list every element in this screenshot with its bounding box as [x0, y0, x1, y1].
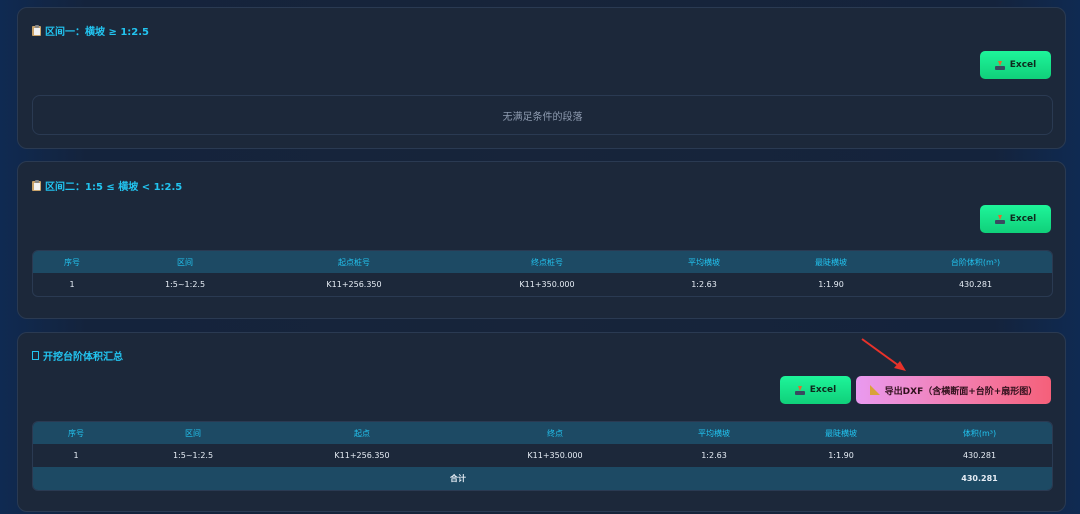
section-range-1: 区间一：横坡 ≥ 1:2.5 Excel 无满足条件的段落: [17, 7, 1066, 149]
header-index: 序号: [33, 422, 119, 444]
cell-start-station: K11+256.350: [326, 280, 382, 289]
total-label: 合计: [33, 467, 653, 490]
empty-state: 无满足条件的段落: [32, 95, 1053, 135]
clipboard-icon: [32, 25, 41, 36]
header-volume: 台阶体积(m³): [899, 251, 1052, 273]
section-title: 区间二：1:5 ≤ 横坡 < 1:2.5: [32, 178, 182, 193]
total-empty: [775, 467, 907, 490]
dxf-label: 导出DXF（含横断面+台阶+扇形图）: [884, 386, 1038, 397]
download-icon: [994, 214, 1005, 224]
header-end: 终点: [457, 422, 653, 444]
empty-text: 无满足条件的段落: [502, 111, 583, 123]
table-row: 1 1:5~1:2.5 K11+256.350 K11+350.000 1:2.…: [33, 444, 1052, 467]
cell-volume: 430.281: [958, 280, 993, 289]
header-max-slope: 最陡横坡: [775, 422, 907, 444]
cell-volume: 430.281: [962, 451, 997, 460]
excel-label: Excel: [1009, 214, 1037, 224]
section-title-text: 区间二：1:5 ≤ 横坡 < 1:2.5: [45, 182, 183, 193]
excel-label: Excel: [809, 385, 837, 395]
cell-avg-slope: 1:2.63: [701, 451, 727, 460]
section-range-2: 区间二：1:5 ≤ 横坡 < 1:2.5 Excel 序号 区间 起点桩号 终点…: [17, 161, 1066, 319]
cell-avg-slope: 1:2.63: [691, 280, 717, 289]
summary-table: 序号 区间 起点 终点 平均横坡 最陡横坡 体积(m³) 1 1:5~1:2.5…: [32, 421, 1053, 491]
header-avg-slope: 平均横坡: [653, 422, 775, 444]
export-dxf-button[interactable]: 导出DXF（含横断面+台阶+扇形图）: [856, 376, 1051, 404]
clipboard-icon: [32, 180, 41, 191]
excel-export-button[interactable]: Excel: [980, 51, 1051, 79]
header-start: 起点: [267, 422, 457, 444]
table-header-row: 序号 区间 起点 终点 平均横坡 最陡横坡 体积(m³): [33, 422, 1052, 444]
range-table: 序号 区间 起点桩号 终点桩号 平均横坡 最陡横坡 台阶体积(m³) 1 1:5…: [32, 250, 1053, 297]
total-empty: [653, 467, 775, 490]
header-avg-slope: 平均横坡: [645, 251, 763, 273]
excel-label: Excel: [1009, 60, 1037, 70]
cell-end: K11+350.000: [527, 451, 583, 460]
download-icon: [994, 60, 1005, 70]
table-header-row: 序号 区间 起点桩号 终点桩号 平均横坡 最陡横坡 台阶体积(m³): [33, 251, 1052, 273]
section-title: 区间一：横坡 ≥ 1:2.5: [32, 23, 149, 38]
cell-start: K11+256.350: [334, 451, 390, 460]
header-max-slope: 最陡横坡: [763, 251, 899, 273]
cell-range: 1:5~1:2.5: [172, 451, 214, 460]
total-row: 合计 430.281: [33, 467, 1052, 490]
cell-range: 1:5~1:2.5: [164, 280, 206, 289]
section-title: 开挖台阶体积汇总: [32, 348, 123, 363]
cell-index: 1: [69, 280, 75, 289]
excel-export-button[interactable]: Excel: [780, 376, 851, 404]
cell-max-slope: 1:1.90: [818, 280, 844, 289]
header-start-station: 起点桩号: [259, 251, 449, 273]
cell-end-station: K11+350.000: [519, 280, 575, 289]
header-volume: 体积(m³): [907, 422, 1052, 444]
section-title-text: 区间一：横坡 ≥ 1:2.5: [45, 27, 150, 38]
placeholder-icon: [32, 351, 39, 360]
header-range: 区间: [111, 251, 259, 273]
header-range: 区间: [119, 422, 267, 444]
annotation-arrow-icon: [861, 338, 906, 371]
triangle-ruler-icon: [869, 385, 880, 395]
header-end-station: 终点桩号: [449, 251, 645, 273]
header-index: 序号: [33, 251, 111, 273]
download-icon: [794, 385, 805, 395]
section-title-text: 开挖台阶体积汇总: [43, 352, 123, 363]
table-row: 1 1:5~1:2.5 K11+256.350 K11+350.000 1:2.…: [33, 273, 1052, 296]
total-value: 430.281: [907, 467, 1052, 490]
excel-export-button[interactable]: Excel: [980, 205, 1051, 233]
cell-index: 1: [73, 451, 79, 460]
cell-max-slope: 1:1.90: [828, 451, 854, 460]
